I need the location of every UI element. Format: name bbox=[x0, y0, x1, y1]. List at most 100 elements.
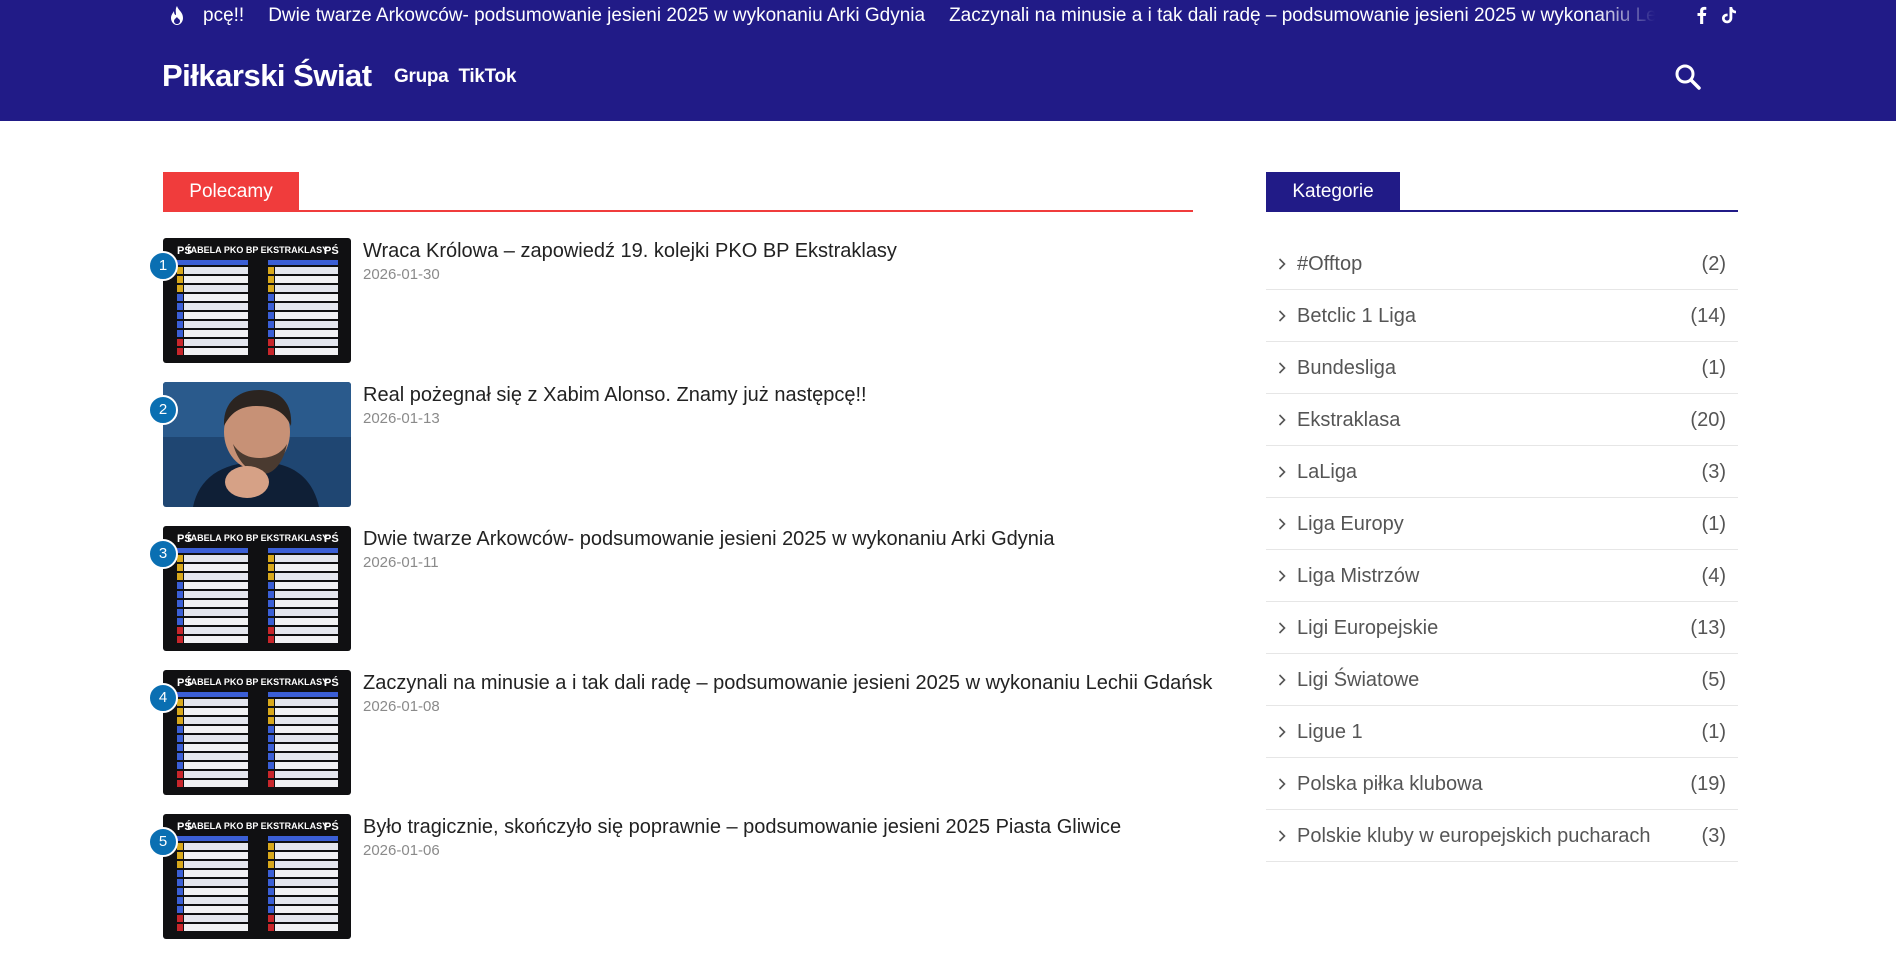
thumb-table-row bbox=[275, 555, 338, 562]
article-title-link[interactable]: Dwie twarze Arkowców- podsumowanie jesie… bbox=[363, 526, 1193, 552]
chevron-right-icon bbox=[1278, 622, 1286, 634]
category-link[interactable]: Bundesliga bbox=[1297, 355, 1396, 381]
category-item[interactable]: Ligi Europejskie (13) bbox=[1266, 602, 1738, 654]
thumb-table-rank bbox=[177, 852, 183, 859]
recommended-item[interactable]: PŚ PŚ TABELA PKO BP EKSTRAKLASY 5 Było tragi… bbox=[148, 814, 1193, 939]
thumb-table-header bbox=[268, 836, 338, 841]
category-item[interactable]: Polskie kluby w europejskich pucharach (3… bbox=[1266, 810, 1738, 862]
category-item[interactable]: Polska piłka klubowa (19) bbox=[1266, 758, 1738, 810]
thumb-table-rank bbox=[177, 609, 183, 616]
category-item[interactable]: Ligi Światowe (5) bbox=[1266, 654, 1738, 706]
thumb-table-row bbox=[275, 267, 338, 274]
article-thumbnail[interactable] bbox=[163, 382, 351, 507]
chevron-right-icon bbox=[1278, 518, 1286, 530]
thumb-table-rank bbox=[268, 285, 274, 292]
thumb-table-rank bbox=[177, 555, 183, 562]
thumb-table-rank bbox=[177, 294, 183, 301]
thumb-table-rank bbox=[268, 618, 274, 625]
thumb-table-rank bbox=[177, 861, 183, 868]
thumb-table-header bbox=[268, 548, 338, 553]
thumb-table-row bbox=[184, 267, 248, 274]
thumb-table-row bbox=[275, 915, 338, 922]
thumb-table-rank bbox=[177, 618, 183, 625]
thumb-table-rank bbox=[177, 708, 183, 715]
ticker-link[interactable]: pcę!! bbox=[203, 0, 244, 32]
category-item[interactable]: Ekstraklasa (20) bbox=[1266, 394, 1738, 446]
recommended-item[interactable]: PŚ PŚ TABELA PKO BP EKSTRAKLASY 1 Wraca Król… bbox=[148, 238, 1193, 363]
category-count: (1) bbox=[1701, 357, 1726, 379]
category-item[interactable]: Bundesliga (1) bbox=[1266, 342, 1738, 394]
thumb-table-rank bbox=[177, 870, 183, 877]
facebook-icon[interactable] bbox=[1692, 5, 1712, 25]
thumb-table-rank bbox=[268, 294, 274, 301]
article-title-link[interactable]: Real pożegnał się z Xabim Alonso. Znamy … bbox=[363, 382, 1193, 408]
thumb-table-row bbox=[275, 753, 338, 760]
article-title-link[interactable]: Było tragicznie, skończyło się poprawnie… bbox=[363, 814, 1193, 840]
recommended-item[interactable]: PŚ PŚ TABELA PKO BP EKSTRAKLASY 3 Dwie twarz… bbox=[148, 526, 1193, 651]
article-thumbnail[interactable]: PŚ PŚTABELA PKO BP EKSTRAKLASY bbox=[163, 814, 351, 939]
search-icon[interactable] bbox=[1674, 63, 1702, 91]
thumb-table-row bbox=[275, 780, 338, 787]
thumb-table-rank bbox=[268, 330, 274, 337]
thumb-table-row bbox=[184, 906, 248, 913]
site-logo[interactable]: Piłkarski Świat bbox=[162, 54, 372, 98]
chevron-right-icon bbox=[1278, 258, 1286, 270]
thumb-table-row bbox=[184, 591, 248, 598]
category-item[interactable]: Betclic 1 Liga (14) bbox=[1266, 290, 1738, 342]
category-count: (14) bbox=[1690, 305, 1726, 327]
thumb-table-rank bbox=[177, 762, 183, 769]
thumb-table-row bbox=[184, 753, 248, 760]
thumb-caption: TABELA PKO BP EKSTRAKLASY bbox=[186, 533, 328, 543]
thumb-table-rank bbox=[268, 573, 274, 580]
category-item[interactable]: Liga Mistrzów (4) bbox=[1266, 550, 1738, 602]
thumb-table-row bbox=[184, 339, 248, 346]
ticker-link[interactable]: Dwie twarze Arkowców- podsumowanie jesie… bbox=[268, 0, 925, 32]
thumb-table-row bbox=[184, 303, 248, 310]
article-thumbnail[interactable]: PŚ PŚTABELA PKO BP EKSTRAKLASY bbox=[163, 526, 351, 651]
category-link[interactable]: Polskie kluby w europejskich pucharach bbox=[1297, 823, 1651, 849]
thumb-table-row bbox=[184, 573, 248, 580]
thumb-table-rank bbox=[177, 330, 183, 337]
ticker-link[interactable]: Zaczynali na minusie a i tak dali radę –… bbox=[949, 0, 1655, 32]
category-link[interactable]: Ligue 1 bbox=[1297, 719, 1363, 745]
article-title-link[interactable]: Wraca Królowa – zapowiedź 19. kolejki PK… bbox=[363, 238, 1193, 264]
tiktok-icon[interactable] bbox=[1719, 5, 1739, 25]
article-thumbnail[interactable]: PŚ PŚTABELA PKO BP EKSTRAKLASY bbox=[163, 670, 351, 795]
category-link[interactable]: Ligi Europejskie bbox=[1297, 615, 1438, 641]
category-link[interactable]: LaLiga bbox=[1297, 459, 1357, 485]
chevron-right-icon bbox=[1278, 310, 1286, 322]
nav-link-grupa[interactable]: Grupa bbox=[394, 62, 449, 92]
category-link[interactable]: #Offtop bbox=[1297, 251, 1362, 277]
thumb-table-row bbox=[184, 861, 248, 868]
category-item[interactable]: LaLiga (3) bbox=[1266, 446, 1738, 498]
category-link[interactable]: Ekstraklasa bbox=[1297, 407, 1400, 433]
thumb-table-row bbox=[184, 555, 248, 562]
category-item[interactable]: Ligue 1 (1) bbox=[1266, 706, 1738, 758]
category-link[interactable]: Liga Mistrzów bbox=[1297, 563, 1419, 589]
category-link[interactable]: Polska piłka klubowa bbox=[1297, 771, 1483, 797]
thumb-table-rank bbox=[177, 906, 183, 913]
thumb-table-row bbox=[184, 330, 248, 337]
category-link[interactable]: Ligi Światowe bbox=[1297, 667, 1419, 693]
nav-link-tiktok[interactable]: TikTok bbox=[458, 62, 516, 92]
thumb-table-header bbox=[268, 260, 338, 265]
category-link[interactable]: Liga Europy bbox=[1297, 511, 1404, 537]
thumb-table-rank bbox=[177, 591, 183, 598]
thumb-table-row bbox=[184, 276, 248, 283]
category-link[interactable]: Betclic 1 Liga bbox=[1297, 303, 1416, 329]
article-title-link[interactable]: Zaczynali na minusie a i tak dali radę –… bbox=[363, 670, 1212, 696]
thumb-table-row bbox=[275, 924, 338, 931]
thumb-table-row bbox=[275, 897, 338, 904]
thumb-table-row bbox=[184, 843, 248, 850]
article-thumbnail[interactable]: PŚ PŚTABELA PKO BP EKSTRAKLASY bbox=[163, 238, 351, 363]
recommended-item[interactable]: PŚ PŚ TABELA PKO BP EKSTRAKLASY 4 Zaczynali … bbox=[148, 670, 1212, 795]
recommended-item[interactable]: 2 Real pożegnał się z Xabim Alonso. Znamy… bbox=[148, 382, 1193, 507]
thumb-table-rank bbox=[268, 267, 274, 274]
thumb-table-rank bbox=[268, 843, 274, 850]
category-item[interactable]: #Offtop (2) bbox=[1266, 238, 1738, 290]
thumb-table-row bbox=[275, 636, 338, 643]
category-count: (4) bbox=[1701, 565, 1726, 587]
news-ticker: pcę!! Dwie twarze Arkowców- podsumowanie … bbox=[170, 0, 1655, 32]
thumb-table-rank bbox=[177, 843, 183, 850]
category-item[interactable]: Liga Europy (1) bbox=[1266, 498, 1738, 550]
